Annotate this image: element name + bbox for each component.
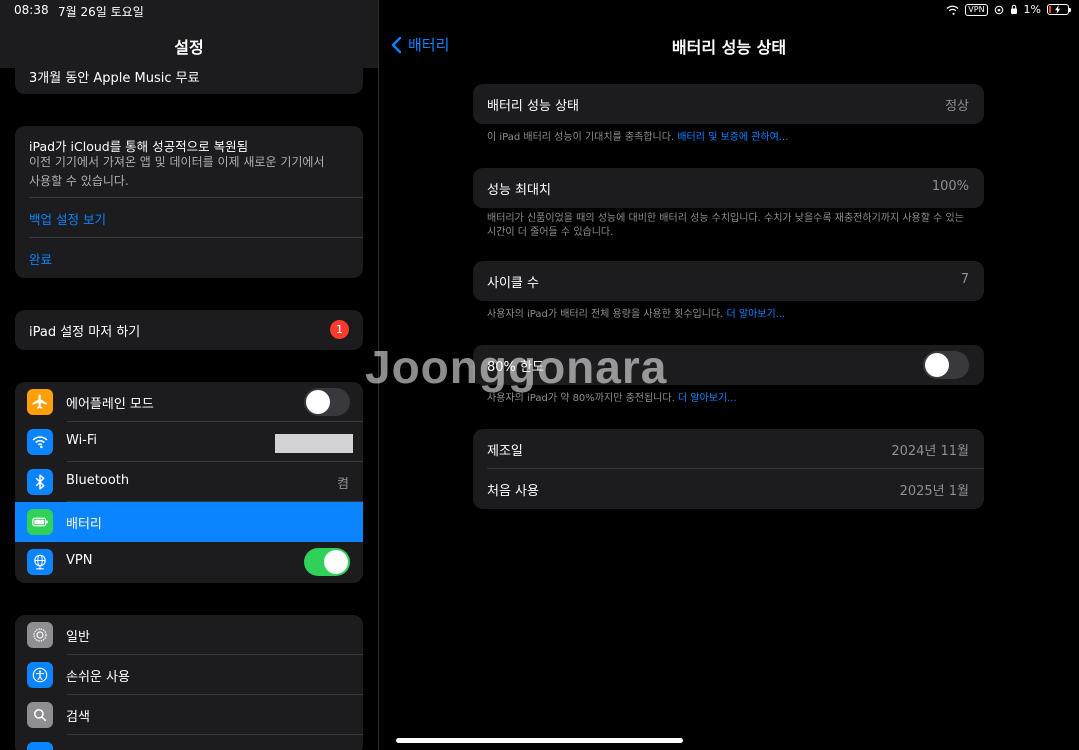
divider: [29, 197, 363, 198]
battery-status-icon: [1047, 4, 1071, 15]
max-capacity-note: 배터리가 신품이었을 때의 성능에 대비한 배터리 성능 수치입니다. 수치가 …: [487, 213, 964, 238]
cycle-count-row: 사이클 수 7: [473, 261, 984, 301]
battery-warranty-link[interactable]: 배터리 및 보증에 관하여...: [677, 132, 788, 143]
sidebar-item-battery[interactable]: 배터리: [15, 502, 363, 542]
sidebar-item-search[interactable]: 검색: [15, 695, 363, 735]
max-capacity-value: 100%: [931, 179, 969, 194]
connectivity-group: 에어플레인 모드 Wi-Fi Bluetooth 켬 배터리 VPN: [15, 382, 363, 583]
battery-health-card: 배터리 성능 상태 정상: [473, 84, 984, 124]
cycle-count-note: 사용자의 iPad가 배터리 전체 용량을 사용한 횟수입니다. 더 알아보기.…: [487, 308, 967, 322]
manufacture-date-row: 제조일 2024년 11월: [473, 429, 984, 469]
vpn-toggle[interactable]: [304, 548, 350, 576]
sidebar-item-wifi[interactable]: Wi-Fi: [15, 422, 363, 462]
cycle-count-label: 사이클 수: [487, 276, 539, 291]
battery-dates-card: 제조일 2024년 11월 처음 사용 2025년 1월: [473, 429, 984, 509]
manufacture-date-value: 2024년 11월: [891, 444, 969, 459]
cycle-count-note-text: 사용자의 iPad가 배터리 전체 용량을 사용한 횟수입니다.: [487, 309, 724, 320]
first-use-row: 처음 사용 2025년 1월: [473, 469, 984, 509]
airplane-mode-toggle[interactable]: [304, 388, 350, 416]
max-capacity-label: 성능 최대치: [487, 183, 551, 198]
cycle-count-card: 사이클 수 7: [473, 261, 984, 301]
sidebar-item-accessibility[interactable]: 손쉬운 사용: [15, 655, 363, 695]
battery-health-note: 이 iPad 배터리 성능이 기대치를 충족합니다. 배터리 및 보증에 관하여…: [487, 131, 967, 145]
sidebar-item-label: 에어플레인 모드: [66, 397, 154, 412]
charge-limit-toggle[interactable]: [923, 351, 969, 379]
home-indicator[interactable]: [396, 738, 683, 743]
general-group: 일반 손쉬운 사용 검색: [15, 615, 363, 750]
status-time: 08:38: [14, 3, 49, 17]
battery-health-row: 배터리 성능 상태 정상: [473, 84, 984, 124]
page-title: 배터리 성능 상태: [671, 38, 787, 57]
first-use-value: 2025년 1월: [899, 484, 969, 499]
max-capacity-row: 성능 최대치 100%: [473, 168, 984, 208]
watermark: Joonggonara: [365, 341, 668, 393]
orientation-lock-icon: [994, 5, 1003, 14]
finish-setup-row[interactable]: iPad 설정 마저 하기 1: [15, 310, 363, 350]
accessibility-icon: [27, 662, 53, 688]
manufacture-date-label: 제조일: [487, 444, 523, 459]
first-use-label: 처음 사용: [487, 484, 539, 499]
vpn-globe-icon: [27, 549, 53, 575]
max-capacity-card: 성능 최대치 100%: [473, 168, 984, 208]
airplane-icon: [27, 389, 53, 415]
charge-limit-note: 사용자의 iPad가 약 80%까지만 충전됩니다. 더 알아보기...: [487, 392, 967, 406]
apple-music-offer-label: 3개월 동안 Apple Music 무료: [29, 71, 200, 86]
battery-icon: [27, 509, 53, 535]
cycle-learn-more-link[interactable]: 더 알아보기...: [726, 309, 785, 320]
cycle-count-value: 7: [960, 272, 969, 287]
wifi-icon: [27, 429, 53, 455]
sidebar-item-airplane-mode[interactable]: 에어플레인 모드: [15, 382, 363, 422]
battery-health-value: 정상: [945, 99, 969, 114]
bluetooth-icon: [27, 469, 53, 495]
sidebar-item-label: Wi-Fi: [66, 433, 98, 448]
done-button[interactable]: 완료: [15, 249, 52, 268]
battery-percent: 1%: [1023, 3, 1041, 16]
sidebar-title: 설정: [174, 38, 204, 57]
sidebar-item-general[interactable]: 일반: [15, 615, 363, 655]
icloud-restore-description: 이전 기기에서 가져온 앱 및 데이터를 이제 새로운 기기에서 사용할 수 있…: [29, 155, 325, 188]
sidebar-item-label: VPN: [66, 553, 93, 568]
sidebar-item-label: 배터리: [66, 517, 102, 532]
sidebar-item-label: 손쉬운 사용: [66, 670, 130, 685]
status-date: 7월 26일 토요일: [58, 5, 144, 19]
sidebar-item-label: 검색: [66, 710, 90, 725]
battery-health-label: 배터리 성능 상태: [487, 99, 579, 114]
wifi-network-name-redacted: [275, 434, 353, 453]
sidebar-item-partial[interactable]: [15, 735, 363, 750]
bluetooth-status: 켬: [337, 477, 349, 492]
sidebar-item-vpn[interactable]: VPN: [15, 542, 363, 582]
charge-limit-note-text: 사용자의 iPad가 약 80%까지만 충전됩니다.: [487, 393, 675, 404]
lock-icon: [1010, 4, 1017, 14]
view-backup-button[interactable]: 백업 설정 보기: [15, 209, 106, 228]
gear-icon: [27, 622, 53, 648]
wifi-status-icon: [946, 5, 959, 15]
sidebar-item-label: 일반: [66, 630, 90, 645]
apple-music-offer-card[interactable]: 3개월 동안 Apple Music 무료: [15, 56, 363, 94]
status-icons: VPN 1%: [946, 3, 1071, 16]
notification-badge: 1: [330, 320, 349, 339]
vpn-status-badge: VPN: [965, 3, 988, 16]
app-icon: [27, 742, 53, 750]
battery-health-note-text: 이 iPad 배터리 성능이 기대치를 충족합니다.: [487, 132, 675, 143]
divider: [29, 237, 363, 238]
charge-limit-learn-more-link[interactable]: 더 알아보기...: [678, 393, 737, 404]
sidebar-item-label: Bluetooth: [66, 473, 130, 488]
icloud-restore-card: iPad가 iCloud를 통해 성공적으로 복원됨 이전 기기에서 가져온 앱…: [15, 126, 363, 278]
search-icon: [27, 702, 53, 728]
sidebar-item-bluetooth[interactable]: Bluetooth 켬: [15, 462, 363, 502]
finish-setup-label: iPad 설정 마저 하기: [29, 325, 141, 340]
settings-sidebar: 08:38 7월 26일 토요일 설정 3개월 동안 Apple Music 무…: [0, 0, 378, 750]
